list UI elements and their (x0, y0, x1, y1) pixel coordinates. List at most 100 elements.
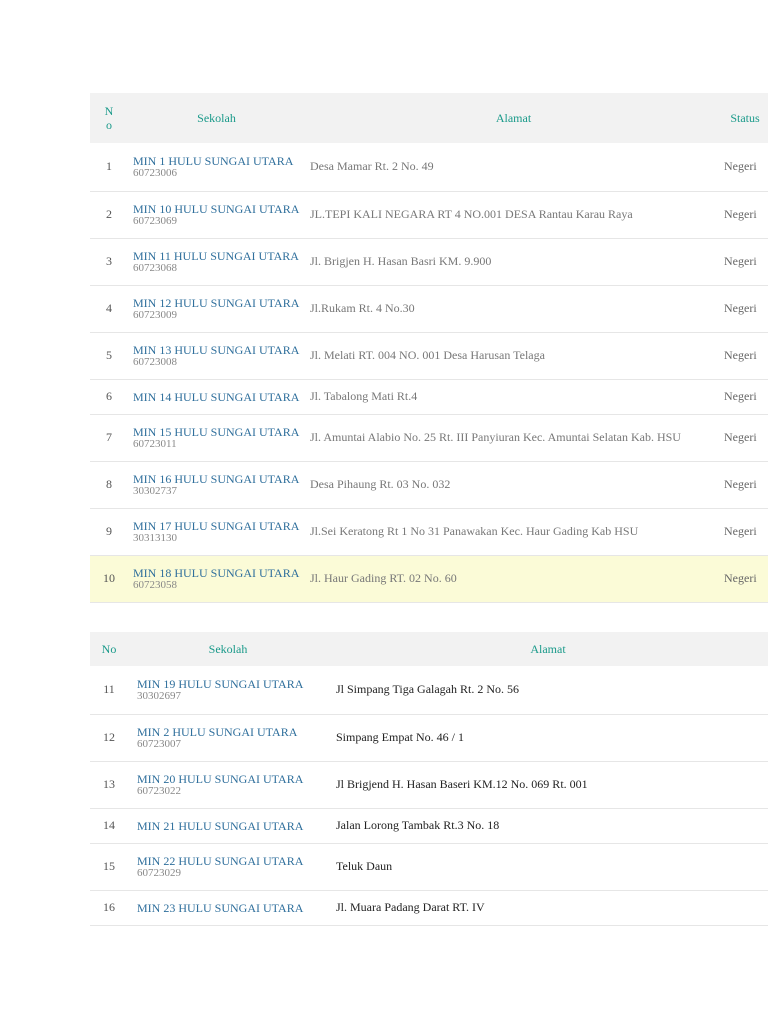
header-address[interactable]: Alamat (305, 93, 722, 143)
row-number: 3 (90, 238, 128, 286)
table-row: 9 MIN 17 HULU SUNGAI UTARA 30313130 Jl.Sei … (90, 508, 768, 556)
school-npsn: 60723022 (137, 784, 181, 797)
school-cell: MIN 10 HULU SUNGAI UTARA 60723069 (128, 191, 305, 239)
school-name-link[interactable]: MIN 19 HULU SUNGAI UTARA (137, 678, 328, 690)
school-cell: MIN 19 HULU SUNGAI UTARA 30302697 (128, 666, 328, 715)
table-row: 4 MIN 12 HULU SUNGAI UTARA 60723009 Jl.Ruka… (90, 285, 768, 333)
school-cell: MIN 13 HULU SUNGAI UTARA 60723008 (128, 332, 305, 380)
school-cell: MIN 12 HULU SUNGAI UTARA 60723009 (128, 285, 305, 333)
school-address: Desa Mamar Rt. 2 No. 49 (305, 143, 722, 192)
school-name-link[interactable]: MIN 10 HULU SUNGAI UTARA (133, 203, 305, 215)
row-number: 4 (90, 285, 128, 333)
header-school[interactable]: Sekolah (128, 93, 305, 143)
school-status: Negeri (722, 555, 768, 603)
school-name-link[interactable]: MIN 16 HULU SUNGAI UTARA (133, 473, 305, 485)
school-cell: MIN 16 HULU SUNGAI UTARA 30302737 (128, 461, 305, 509)
school-name-link[interactable]: MIN 22 HULU SUNGAI UTARA (137, 855, 328, 867)
school-npsn: 60723009 (133, 308, 177, 321)
school-status: Negeri (722, 332, 768, 380)
school-name-link[interactable]: MIN 23 HULU SUNGAI UTARA (137, 902, 328, 914)
school-npsn: 30302737 (133, 484, 177, 497)
school-npsn: 60723007 (137, 737, 181, 750)
table-row: 16 MIN 23 HULU SUNGAI UTARA Jl. Muara Pada… (90, 890, 768, 926)
school-address: Teluk Daun (328, 843, 768, 891)
school-name-link[interactable]: MIN 12 HULU SUNGAI UTARA (133, 297, 305, 309)
school-status: Negeri (722, 379, 768, 415)
table-row: 1 MIN 1 HULU SUNGAI UTARA 60723006 Desa Mam… (90, 143, 768, 192)
school-name-link[interactable]: MIN 11 HULU SUNGAI UTARA (133, 250, 305, 262)
header-address[interactable]: Alamat (328, 632, 768, 666)
table-row: 2 MIN 10 HULU SUNGAI UTARA 60723069 JL.TEPI… (90, 191, 768, 239)
school-cell: MIN 23 HULU SUNGAI UTARA (128, 890, 328, 926)
row-number: 14 (90, 808, 128, 844)
table-row: 7 MIN 15 HULU SUNGAI UTARA 60723011 Jl. Amu… (90, 414, 768, 462)
school-name-link[interactable]: MIN 13 HULU SUNGAI UTARA (133, 344, 305, 356)
header-status[interactable]: Status (722, 93, 768, 143)
school-address: Jl. Tabalong Mati Rt.4 (305, 379, 722, 415)
school-status: Negeri (722, 238, 768, 286)
school-status: Negeri (722, 285, 768, 333)
table-row: 12 MIN 2 HULU SUNGAI UTARA 60723007 Simpang… (90, 714, 768, 762)
school-address: Jl. Melati RT. 004 NO. 001 Desa Harusan … (305, 332, 722, 380)
school-cell: MIN 2 HULU SUNGAI UTARA 60723007 (128, 714, 328, 762)
school-status: Negeri (722, 508, 768, 556)
school-npsn: 60723011 (133, 437, 177, 450)
row-number: 16 (90, 890, 128, 926)
school-npsn: 60723058 (133, 578, 177, 591)
table-row: 5 MIN 13 HULU SUNGAI UTARA 60723008 Jl. Mel… (90, 332, 768, 380)
school-name-link[interactable]: MIN 2 HULU SUNGAI UTARA (137, 726, 328, 738)
row-number: 12 (90, 714, 128, 762)
table-row: 14 MIN 21 HULU SUNGAI UTARA Jalan Lorong T… (90, 808, 768, 844)
school-name-link[interactable]: MIN 14 HULU SUNGAI UTARA (133, 391, 305, 403)
row-number: 13 (90, 761, 128, 809)
school-cell: MIN 1 HULU SUNGAI UTARA 60723006 (128, 143, 305, 192)
school-cell: MIN 17 HULU SUNGAI UTARA 30313130 (128, 508, 305, 556)
school-cell: MIN 21 HULU SUNGAI UTARA (128, 808, 328, 844)
school-table-2: No Sekolah Alamat 11 MIN 19 HULU SUNGAI U… (90, 632, 768, 926)
school-name-link[interactable]: MIN 15 HULU SUNGAI UTARA (133, 426, 305, 438)
school-address: Jl. Amuntai Alabio No. 25 Rt. III Panyiu… (305, 414, 722, 462)
table-row: 15 MIN 22 HULU SUNGAI UTARA 60723029 Teluk … (90, 843, 768, 891)
school-address: Jl. Haur Gading RT. 02 No. 60 (305, 555, 722, 603)
row-number: 1 (90, 143, 128, 192)
school-table-1: No Sekolah Alamat Status 1 MIN 1 HULU SUN… (90, 93, 768, 603)
school-name-link[interactable]: MIN 17 HULU SUNGAI UTARA (133, 520, 305, 532)
school-cell: MIN 20 HULU SUNGAI UTARA 60723022 (128, 761, 328, 809)
table-row: 6 MIN 14 HULU SUNGAI UTARA Jl. Tabalong Ma… (90, 379, 768, 415)
school-npsn: 60723029 (137, 866, 181, 879)
school-npsn: 30302697 (137, 689, 181, 702)
school-status: Negeri (722, 191, 768, 239)
row-number: 8 (90, 461, 128, 509)
header-no[interactable]: No (90, 632, 128, 666)
school-npsn: 60723006 (133, 166, 177, 179)
school-cell: MIN 18 HULU SUNGAI UTARA 60723058 (128, 555, 305, 603)
school-npsn: 30313130 (133, 531, 177, 544)
header-school[interactable]: Sekolah (128, 632, 328, 666)
school-address: Jl.Sei Keratong Rt 1 No 31 Panawakan Kec… (305, 508, 722, 556)
school-address: Jl.Rukam Rt. 4 No.30 (305, 285, 722, 333)
row-number: 15 (90, 843, 128, 891)
school-address: Simpang Empat No. 46 / 1 (328, 714, 768, 762)
table-row: 10 MIN 18 HULU SUNGAI UTARA 60723058 Jl. Ha… (90, 555, 768, 603)
school-address: Jl. Brigjen H. Hasan Basri KM. 9.900 (305, 238, 722, 286)
row-number: 9 (90, 508, 128, 556)
row-number: 2 (90, 191, 128, 239)
row-number: 11 (90, 666, 128, 715)
row-number: 5 (90, 332, 128, 380)
school-address: Jl. Muara Padang Darat RT. IV (328, 890, 768, 926)
school-name-link[interactable]: MIN 20 HULU SUNGAI UTARA (137, 773, 328, 785)
table-row: 11 MIN 19 HULU SUNGAI UTARA 30302697 Jl Sim… (90, 666, 768, 715)
school-status: Negeri (722, 143, 768, 192)
row-number: 7 (90, 414, 128, 462)
row-number: 6 (90, 379, 128, 415)
school-address: JL.TEPI KALI NEGARA RT 4 NO.001 DESA Ran… (305, 191, 722, 239)
school-name-link[interactable]: MIN 21 HULU SUNGAI UTARA (137, 820, 328, 832)
table-row: 8 MIN 16 HULU SUNGAI UTARA 30302737 Desa Pi… (90, 461, 768, 509)
school-address: Jl Brigjend H. Hasan Baseri KM.12 No. 06… (328, 761, 768, 809)
table-header-row: No Sekolah Alamat (90, 632, 768, 666)
school-name-link[interactable]: MIN 1 HULU SUNGAI UTARA (133, 155, 305, 167)
school-cell: MIN 15 HULU SUNGAI UTARA 60723011 (128, 414, 305, 462)
school-cell: MIN 11 HULU SUNGAI UTARA 60723068 (128, 238, 305, 286)
school-name-link[interactable]: MIN 18 HULU SUNGAI UTARA (133, 567, 305, 579)
header-no[interactable]: No (90, 93, 128, 143)
